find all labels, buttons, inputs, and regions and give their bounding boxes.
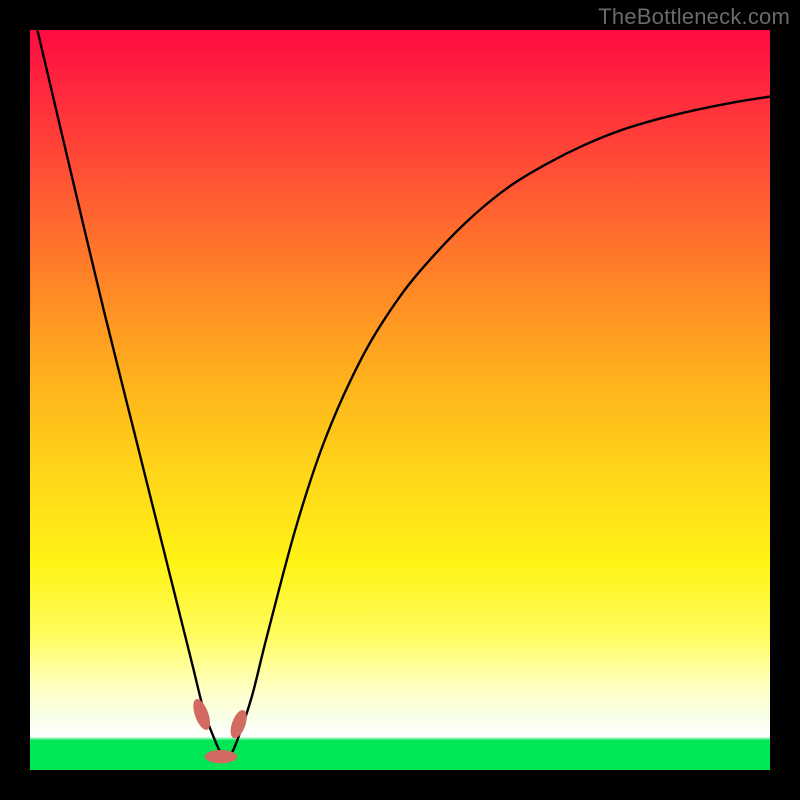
watermark-text: TheBottleneck.com	[598, 4, 790, 30]
curve-svg	[30, 30, 770, 770]
curve-marker	[190, 697, 214, 732]
curve-markers	[190, 697, 250, 763]
chart-frame: TheBottleneck.com	[0, 0, 800, 800]
curve-marker	[227, 708, 250, 740]
plot-area	[30, 30, 770, 770]
bottleneck-curve	[37, 30, 770, 757]
curve-marker	[205, 750, 238, 763]
